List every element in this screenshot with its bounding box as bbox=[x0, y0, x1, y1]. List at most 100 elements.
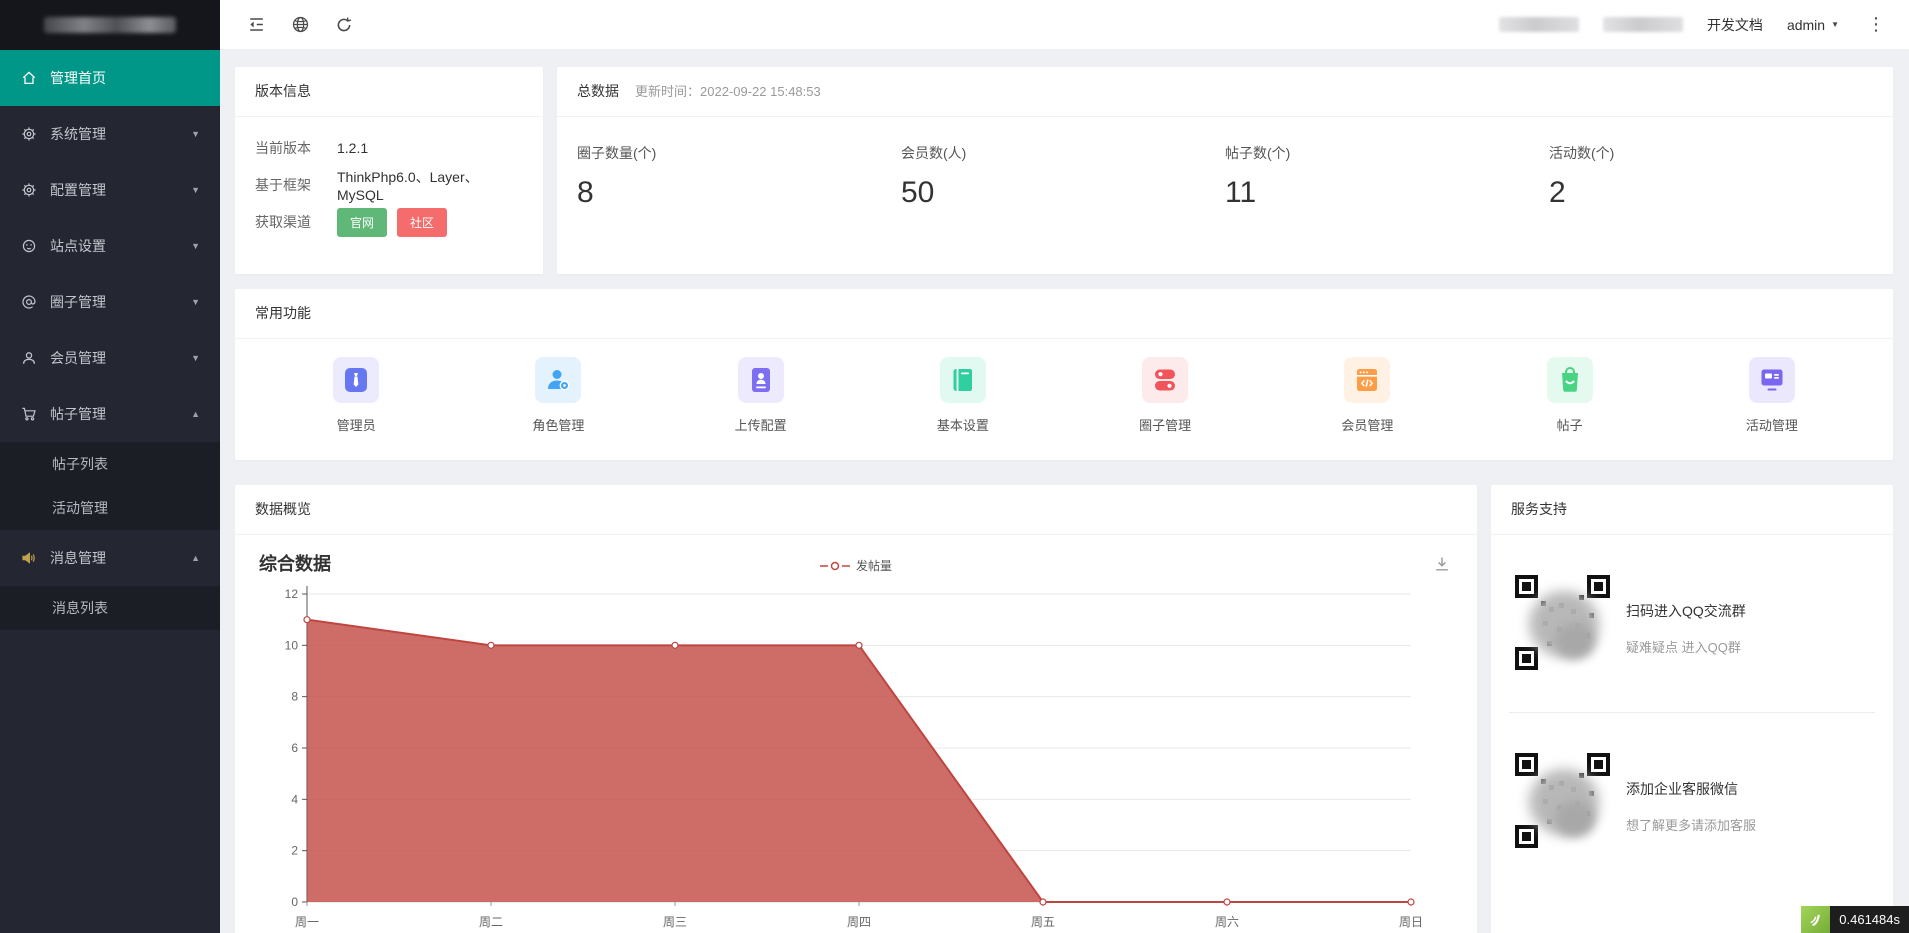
chart-data-point[interactable] bbox=[303, 616, 311, 624]
quick-function-5[interactable]: 会员管理 bbox=[1266, 357, 1468, 434]
quick-function-label: 角色管理 bbox=[532, 418, 585, 433]
version-row: 当前版本 1.2.1 bbox=[255, 133, 523, 163]
overview-card-title: 数据概览 bbox=[235, 485, 1477, 535]
svg-text:周二: 周二 bbox=[479, 915, 503, 929]
quick-function-1[interactable]: 角色管理 bbox=[457, 357, 659, 434]
quick-function-label: 会员管理 bbox=[1341, 418, 1394, 433]
sidebar-item-label: 会员管理 bbox=[50, 350, 106, 366]
stat-label: 活动数(个) bbox=[1549, 145, 1615, 161]
topbar-placeholder-2 bbox=[1602, 17, 1683, 32]
chart-data-point[interactable] bbox=[1407, 898, 1415, 906]
chevron-up-icon: ▲ bbox=[191, 553, 200, 563]
chevron-down-icon: ▼ bbox=[191, 297, 200, 307]
main-area: 开发文档 admin ▼ ⋮ 版本信息 当前版本 1.2.1 基于框架 ThinkPh… bbox=[220, 0, 1909, 933]
collapse-menu-icon[interactable] bbox=[234, 0, 278, 50]
quick-function-7[interactable]: 活动管理 bbox=[1671, 357, 1873, 434]
svg-text:8: 8 bbox=[291, 690, 298, 704]
cart-icon bbox=[20, 405, 38, 423]
download-icon[interactable] bbox=[1433, 555, 1451, 573]
support-sections: 扫码进入QQ交流群 疑难疑点 进入QQ群 添加企业客服微信 想了解更多请添加客服 bbox=[1491, 535, 1893, 890]
channel-button-0[interactable]: 官网 bbox=[337, 207, 388, 237]
user-menu[interactable]: admin ▼ bbox=[1787, 17, 1839, 33]
svg-text:周六: 周六 bbox=[1215, 915, 1239, 929]
quick-function-label: 活动管理 bbox=[1745, 418, 1798, 433]
sidebar-item-0[interactable]: 管理首页 bbox=[0, 50, 220, 106]
stat-value: 8 bbox=[577, 176, 594, 209]
svg-text:10: 10 bbox=[285, 638, 299, 652]
data-overview-card: 数据概览 综合数据 发帖量 0 2 4 6 8 10 12 周一 周二 周三 周… bbox=[235, 485, 1477, 933]
sidebar-subitem-6-1[interactable]: 活动管理 bbox=[0, 486, 220, 530]
chevron-down-icon: ▼ bbox=[191, 353, 200, 363]
quick-function-3[interactable]: 基本设置 bbox=[862, 357, 1064, 434]
version-card-body: 当前版本 1.2.1 基于框架 ThinkPhp6.0、Layer、MySQL 获取渠道… bbox=[235, 117, 543, 260]
user-icon bbox=[20, 349, 38, 367]
stat-label: 会员数(人) bbox=[901, 145, 967, 161]
sidebar-subitem-6-0[interactable]: 帖子列表 bbox=[0, 442, 220, 486]
display-icon bbox=[1748, 357, 1795, 403]
sidebar-item-6[interactable]: 帖子管理 ▲ bbox=[0, 386, 220, 442]
language-globe-icon[interactable] bbox=[278, 0, 322, 50]
admin-app: 管理首页 系统管理 ▼ 配置管理 ▼ 站点设置 ▼ 圈子管理 ▼ 会员管理 ▼ 帖子管理 ▲ 帖子列表 活动… bbox=[0, 0, 1909, 933]
sidebar-item-label: 系统管理 bbox=[50, 126, 106, 142]
topbar: 开发文档 admin ▼ ⋮ bbox=[220, 0, 1909, 50]
qr-code-image bbox=[1515, 753, 1610, 848]
more-menu-icon[interactable]: ⋮ bbox=[1863, 14, 1889, 35]
quick-function-0[interactable]: 管理员 bbox=[255, 357, 457, 434]
request-time-badge: 0.461484s bbox=[1830, 906, 1909, 933]
sidebar-item-label: 配置管理 bbox=[50, 182, 106, 198]
quick-function-label: 上传配置 bbox=[734, 418, 787, 433]
sidebar: 管理首页 系统管理 ▼ 配置管理 ▼ 站点设置 ▼ 圈子管理 ▼ 会员管理 ▼ 帖子管理 ▲ 帖子列表 活动… bbox=[0, 0, 220, 933]
sidebar-item-4[interactable]: 圈子管理 ▼ bbox=[0, 274, 220, 330]
bag-icon bbox=[1546, 357, 1593, 403]
quick-function-2[interactable]: 上传配置 bbox=[660, 357, 862, 434]
version-row: 基于框架 ThinkPhp6.0、Layer、MySQL bbox=[255, 169, 523, 203]
channel-label: 获取渠道 bbox=[255, 214, 311, 230]
version-info-card: 版本信息 当前版本 1.2.1 基于框架 ThinkPhp6.0、Layer、MySQ… bbox=[235, 67, 543, 274]
chart-data-point[interactable] bbox=[855, 641, 863, 649]
sidebar-subitem-7-0[interactable]: 消息列表 bbox=[0, 586, 220, 630]
chart-data-point[interactable] bbox=[487, 641, 495, 649]
chart-area-series bbox=[307, 619, 1411, 902]
stats-row: 圈子数量(个) 8 会员数(人) 50 帖子数(个) 11 活动数(个) 2 bbox=[557, 117, 1893, 210]
content: 版本信息 当前版本 1.2.1 基于框架 ThinkPhp6.0、Layer、MySQ… bbox=[220, 50, 1909, 933]
dev-docs-link[interactable]: 开发文档 bbox=[1707, 15, 1763, 35]
topbar-placeholder-1 bbox=[1498, 17, 1579, 32]
at-icon bbox=[20, 293, 38, 311]
chart-data-point[interactable] bbox=[1223, 898, 1231, 906]
stat-value: 50 bbox=[901, 176, 935, 209]
sidebar-item-5[interactable]: 会员管理 ▼ bbox=[0, 330, 220, 386]
sidebar-item-3[interactable]: 站点设置 ▼ bbox=[0, 218, 220, 274]
gear-icon bbox=[20, 181, 38, 199]
upload-card-icon bbox=[737, 357, 784, 403]
sidebar-item-7[interactable]: 消息管理 ▲ bbox=[0, 530, 220, 586]
support-title: 添加企业客服微信 bbox=[1626, 781, 1738, 797]
sidebar-item-2[interactable]: 配置管理 ▼ bbox=[0, 162, 220, 218]
thinkphp-logo-icon bbox=[1801, 906, 1831, 933]
area-chart: 0 2 4 6 8 10 12 周一 周二 周三 周四 周五 周六 周日 bbox=[285, 586, 1423, 929]
debug-toolbar[interactable]: 0.461484s bbox=[1801, 906, 1909, 933]
chart-legend[interactable]: 发帖量 bbox=[819, 557, 892, 574]
qr-code-image bbox=[1515, 575, 1610, 670]
stats-card-title: 总数据 bbox=[577, 83, 619, 99]
sidebar-item-label: 管理首页 bbox=[50, 70, 106, 86]
svg-text:12: 12 bbox=[285, 587, 299, 601]
chart-data-point[interactable] bbox=[1039, 898, 1047, 906]
stat-value: 11 bbox=[1225, 176, 1257, 209]
support-card-title: 服务支持 bbox=[1491, 485, 1893, 535]
quick-function-6[interactable]: 帖子 bbox=[1469, 357, 1671, 434]
quick-function-4[interactable]: 圈子管理 bbox=[1064, 357, 1266, 434]
stat-item-3: 活动数(个) 2 bbox=[1549, 143, 1873, 210]
total-data-card: 总数据 更新时间：2022-09-22 15:48:53 圈子数量(个) 8 会员数… bbox=[557, 67, 1893, 274]
chart-data-point[interactable] bbox=[671, 641, 679, 649]
refresh-icon[interactable] bbox=[322, 0, 366, 50]
sidebar-item-1[interactable]: 系统管理 ▼ bbox=[0, 106, 220, 162]
logo-placeholder bbox=[44, 17, 176, 33]
stat-item-0: 圈子数量(个) 8 bbox=[577, 143, 901, 210]
stat-value: 2 bbox=[1549, 176, 1566, 209]
channel-button-1[interactable]: 社区 bbox=[397, 207, 448, 237]
svg-text:4: 4 bbox=[291, 792, 298, 806]
role-user-icon bbox=[535, 357, 582, 403]
stat-item-2: 帖子数(个) 11 bbox=[1225, 143, 1549, 210]
support-desc: 疑难疑点 进入QQ群 bbox=[1626, 640, 1741, 655]
service-support-card: 服务支持 扫码进入QQ交流群 疑难疑点 进入QQ群 添加企业客服微信 想了解更多请添加… bbox=[1491, 485, 1893, 933]
